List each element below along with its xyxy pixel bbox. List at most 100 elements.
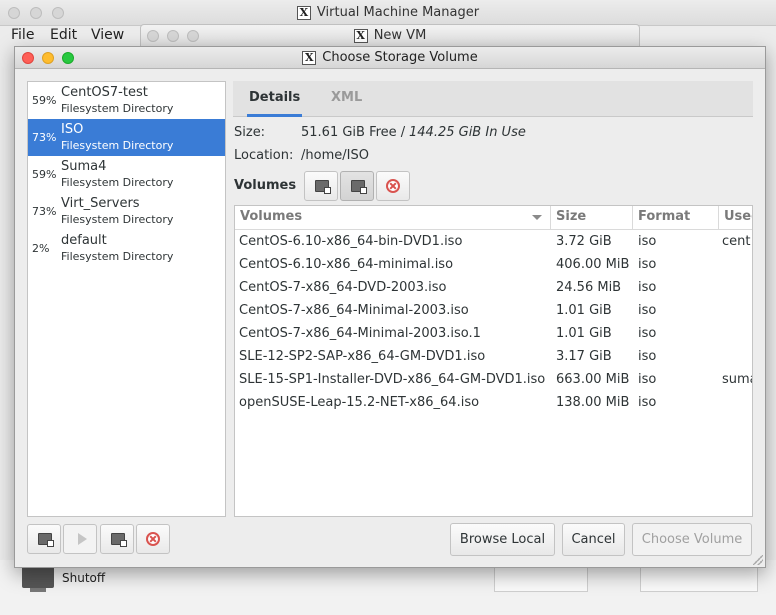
column-header-volumes[interactable]: Volumes [235,206,551,230]
x11-icon: X [353,28,368,43]
pool-type: Filesystem Directory [61,102,174,115]
pool-usage: 59% [32,94,57,107]
size-inuse-value: 144.25 GiB In Use [409,125,526,140]
tab-details[interactable]: Details [247,81,303,117]
table-row[interactable]: CentOS-6.10-x86_64-bin-DVD1.iso 3.72 GiB… [235,231,752,254]
volume-format: iso [638,395,657,410]
vmm-title: Virtual Machine Manager [316,5,480,20]
tab-xml[interactable]: XML [331,81,362,117]
stop-pool-button[interactable] [136,524,170,554]
table-row[interactable]: SLE-15-SP1-Installer-DVD-x86_64-GM-DVD1.… [235,369,752,392]
pool-name: default [61,233,107,248]
volume-table: Volumes Size Format Used By CentOS-6.10-… [234,205,753,517]
volume-format: iso [638,257,657,272]
play-icon [78,533,87,545]
start-pool-button[interactable] [63,524,97,554]
new-vm-window: X New VM [140,24,640,48]
cancel-button[interactable]: Cancel [562,523,625,556]
volume-format: iso [638,234,657,249]
volume-size: 24.56 MiB [556,280,622,295]
storage-pool-list: 59% CentOS7-test Filesystem Directory 73… [27,81,226,517]
pool-item-virt-servers[interactable]: 73% Virt_Servers Filesystem Directory [28,193,225,230]
pool-usage: 73% [32,205,57,218]
volume-name: SLE-12-SP2-SAP-x86_64-GM-DVD1.iso [239,349,486,364]
menu-view[interactable]: View [91,27,124,43]
stop-icon [146,532,160,546]
location-value: /home/ISO [301,148,369,163]
pool-name: Suma4 [61,159,107,174]
refresh-volume-icon [351,180,367,194]
vmm-graph-cell [640,566,758,592]
table-row[interactable]: CentOS-7-x86_64-Minimal-2003.iso.1 1.01 … [235,323,752,346]
pool-type: Filesystem Directory [61,139,174,152]
menu-file[interactable]: File [11,27,34,43]
close-window-button[interactable] [8,7,20,19]
x11-icon: X [302,50,317,65]
delete-volume-button[interactable] [376,171,410,201]
sort-down-icon [532,215,542,220]
close-window-button[interactable] [147,30,159,42]
volume-size: 663.00 MiB [556,372,630,387]
vm-status: Shutoff [62,571,106,585]
size-label: Size: [234,125,266,140]
pool-usage: 2% [32,242,50,255]
new-vm-title: New VM [373,28,427,43]
volume-size: 3.17 GiB [556,349,612,364]
pool-type: Filesystem Directory [61,213,174,226]
volume-size: 3.72 GiB [556,234,612,249]
volume-name: openSUSE-Leap-15.2-NET-x86_64.iso [239,395,480,410]
dialog-titlebar: X Choose Storage Volume [15,47,765,69]
pool-item-centos7-test[interactable]: 59% CentOS7-test Filesystem Directory [28,82,225,119]
pool-type: Filesystem Directory [61,250,174,263]
volume-format: iso [638,280,657,295]
volume-format: iso [638,349,657,364]
volume-name: SLE-15-SP1-Installer-DVD-x86_64-GM-DVD1.… [239,372,546,387]
resize-handle[interactable] [753,555,763,565]
tab-bar: Details XML [233,81,753,117]
add-volume-icon [315,180,331,194]
menu-edit[interactable]: Edit [50,27,77,43]
zoom-window-button[interactable] [187,30,199,42]
table-row[interactable]: CentOS-7-x86_64-Minimal-2003.iso 1.01 Gi… [235,300,752,323]
zoom-window-button[interactable] [62,52,74,64]
browse-local-button[interactable]: Browse Local [450,523,555,556]
refresh-pool-button[interactable] [100,524,134,554]
column-header-used-by[interactable]: Used By [719,206,752,230]
vmm-graph-cell [494,566,588,592]
add-pool-button[interactable] [27,524,61,554]
table-row[interactable]: CentOS-7-x86_64-DVD-2003.iso 24.56 MiB i… [235,277,752,300]
minimize-window-button[interactable] [30,7,42,19]
volume-name: CentOS-6.10-x86_64-minimal.iso [239,257,454,272]
x11-icon: X [296,5,311,20]
volume-used-by: suma [722,372,752,387]
pool-item-iso[interactable]: 73% ISO Filesystem Directory [28,119,225,156]
column-header-size[interactable]: Size [551,206,633,230]
volume-format: iso [638,372,657,387]
delete-icon [386,179,400,193]
zoom-window-button[interactable] [52,7,64,19]
table-row[interactable]: CentOS-6.10-x86_64-minimal.iso 406.00 Mi… [235,254,752,277]
volume-size: 406.00 MiB [556,257,630,272]
pool-type: Filesystem Directory [61,176,174,189]
volume-size: 138.00 MiB [556,395,630,410]
table-row[interactable]: SLE-12-SP2-SAP-x86_64-GM-DVD1.iso 3.17 G… [235,346,752,369]
close-window-button[interactable] [22,52,34,64]
minimize-window-button[interactable] [167,30,179,42]
volume-size: 1.01 GiB [556,326,612,341]
volume-format: iso [638,303,657,318]
minimize-window-button[interactable] [42,52,54,64]
volumes-label: Volumes [234,178,297,193]
add-volume-button[interactable] [304,171,338,201]
dialog-title: Choose Storage Volume [322,50,478,65]
table-row[interactable]: openSUSE-Leap-15.2-NET-x86_64.iso 138.00… [235,392,752,415]
pool-item-suma4[interactable]: 59% Suma4 Filesystem Directory [28,156,225,193]
pool-item-default[interactable]: 2% default Filesystem Directory [28,230,225,267]
pool-usage: 59% [32,168,57,181]
volume-format: iso [638,326,657,341]
refresh-volumes-button[interactable] [340,171,374,201]
choose-volume-button[interactable]: Choose Volume [632,523,752,556]
vmm-titlebar: X Virtual Machine Manager [0,0,776,26]
column-header-format[interactable]: Format [633,206,719,230]
pool-name: ISO [61,122,84,137]
volume-used-by: cent [722,234,751,249]
